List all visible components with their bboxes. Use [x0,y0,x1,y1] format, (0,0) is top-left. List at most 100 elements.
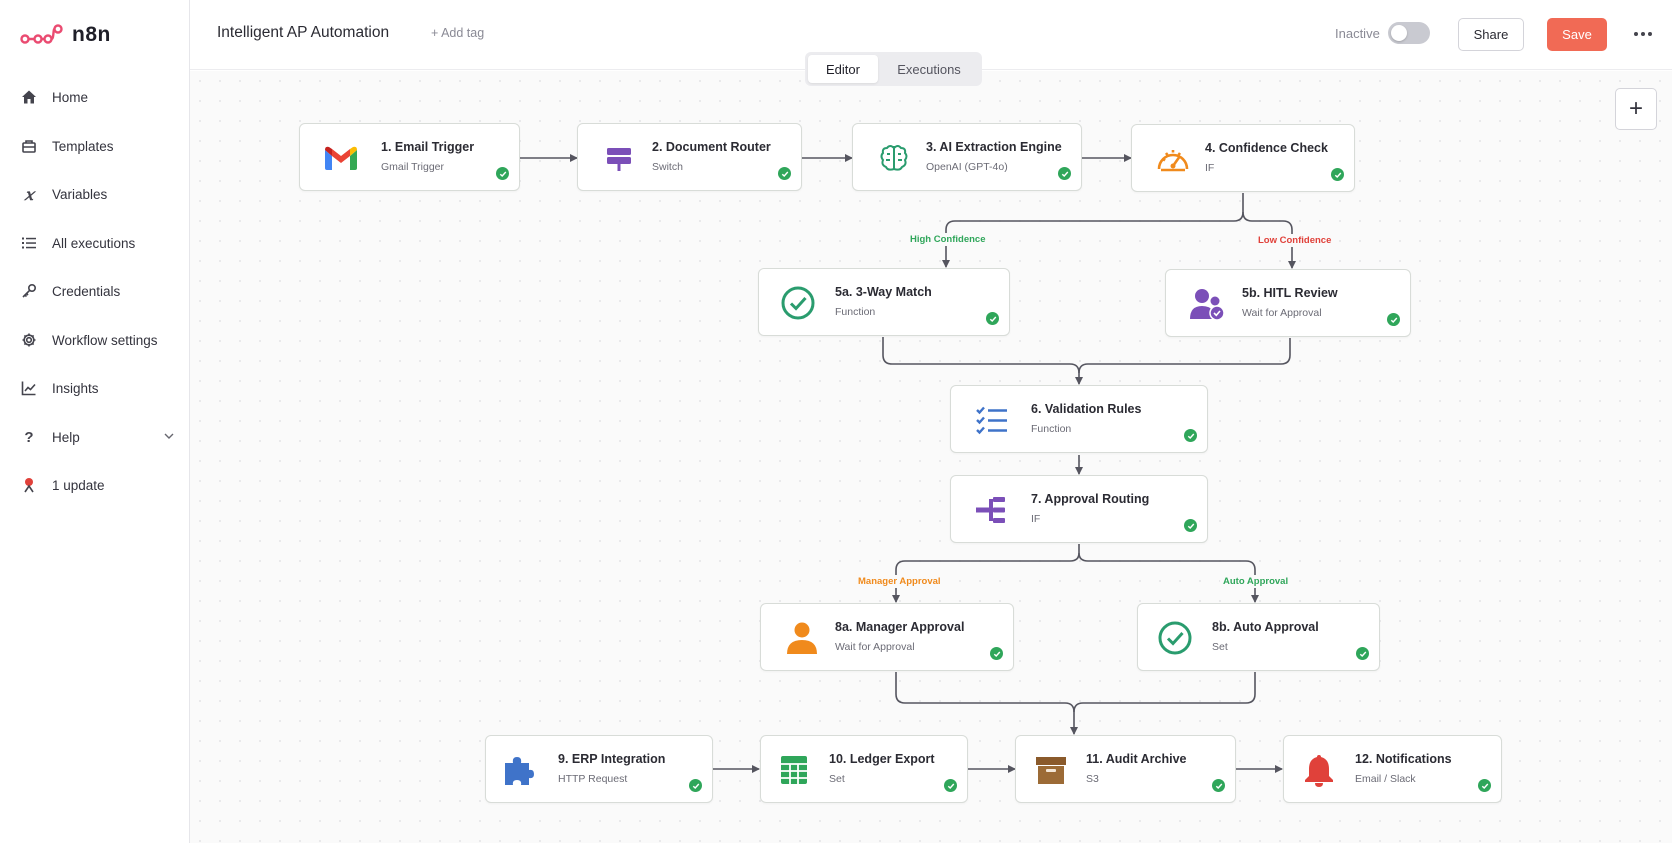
edge-label-low-confidence: Low Confidence [1255,234,1335,247]
home-icon [20,88,38,106]
sidebar-item-label: Templates [52,138,114,154]
list-icon [20,234,38,252]
node-3-way-match[interactable]: 5a. 3-Way Match Function [758,268,1010,336]
sidebar-item-label: Credentials [52,283,121,299]
sidebar-item-all-executions[interactable]: All executions [20,228,175,258]
add-tag-link[interactable]: + Add tag [431,26,484,40]
sidebar-item-workflow-settings[interactable]: Workflow settings [20,325,175,355]
sidebar-item-templates[interactable]: Templates [20,131,175,161]
sidebar-item-label: Home [52,89,89,105]
view-tabs: Editor Executions [805,52,982,86]
success-check-icon [1478,779,1491,792]
success-check-icon [1356,647,1369,660]
spreadsheet-icon [775,752,813,788]
n8n-logo-icon [20,24,63,44]
success-check-icon [1212,779,1225,792]
node-subtitle: IF [1205,162,1215,174]
toggle-knob [1391,25,1407,41]
update-icon [20,476,38,494]
node-subtitle: Gmail Trigger [381,161,445,173]
node-subtitle: Set [829,773,845,785]
sidebar-item-label: Help [52,429,80,445]
node-title: 11. Audit Archive [1086,752,1187,766]
check-circle-icon [1156,620,1194,656]
success-check-icon [1387,313,1400,326]
logo-text: n8n [72,23,111,46]
sidebar: n8n Home Templates 𝑥 Variables All execu… [0,0,190,843]
node-manager-approval[interactable]: 8a. Manager Approval Wait for Approval [760,603,1014,671]
node-title: 8a. Manager Approval [835,620,965,634]
node-ledger-export[interactable]: 10. Ledger Export Set [760,735,968,803]
templates-icon [20,137,38,155]
node-title: 10. Ledger Export [829,752,935,766]
status-label: Inactive [1335,26,1380,41]
node-subtitle: S3 [1086,773,1099,785]
branch-icon [973,492,1011,528]
more-options-icon[interactable] [1630,22,1656,46]
user-review-icon [1188,286,1226,322]
checklist-icon [973,402,1011,438]
sidebar-item-label: Workflow settings [52,332,158,348]
sidebar-item-label: 1 update [52,477,105,493]
node-subtitle: Function [835,306,876,318]
node-validation-rules[interactable]: 6. Validation Rules Function [950,385,1208,453]
brain-icon [875,140,913,176]
sidebar-item-help[interactable]: ? Help [20,422,175,452]
chevron-down-icon [163,430,175,445]
node-title: 5a. 3-Way Match [835,285,932,299]
node-erp-integration[interactable]: 9. ERP Integration HTTP Request [485,735,713,803]
active-toggle[interactable] [1388,22,1430,44]
workflow-title[interactable]: Intelligent AP Automation [217,24,389,42]
success-check-icon [1184,429,1197,442]
success-check-icon [990,647,1003,660]
node-ai-extraction-engine[interactable]: 3. AI Extraction Engine OpenAI (GPT-4o) [852,123,1082,191]
node-subtitle: Wait for Approval [835,641,915,653]
edge-label-high-confidence: High Confidence [907,233,989,246]
gmail-icon [322,140,360,176]
puzzle-icon [500,752,538,788]
sidebar-item-variables[interactable]: 𝑥 Variables [20,179,175,209]
edge-label-manager-approval: Manager Approval [855,575,944,588]
node-subtitle: Wait for Approval [1242,307,1322,319]
node-audit-archive[interactable]: 11. Audit Archive S3 [1015,735,1236,803]
sidebar-item-label: Variables [52,186,108,202]
node-document-router[interactable]: 2. Document Router Switch [577,123,802,191]
save-button[interactable]: Save [1547,18,1607,51]
node-hitl-review[interactable]: 5b. HITL Review Wait for Approval [1165,269,1411,337]
node-title: 5b. HITL Review [1242,286,1338,300]
node-subtitle: OpenAI (GPT-4o) [926,161,1008,173]
sidebar-item-insights[interactable]: Insights [20,373,175,403]
sidebar-item-credentials[interactable]: Credentials [20,276,175,306]
add-node-button[interactable]: + [1615,88,1657,130]
tab-executions[interactable]: Executions [881,55,977,83]
node-title: 12. Notifications [1355,752,1452,766]
sidebar-item-home[interactable]: Home [20,82,175,112]
gauge-icon [1154,141,1192,177]
node-subtitle: Function [1031,423,1072,435]
node-confidence-check[interactable]: 4. Confidence Check IF [1131,124,1355,192]
node-approval-routing[interactable]: 7. Approval Routing IF [950,475,1208,543]
success-check-icon [986,312,999,325]
edge-label-auto-approval: Auto Approval [1220,575,1292,588]
node-notifications[interactable]: 12. Notifications Email / Slack [1283,735,1502,803]
sidebar-item-label: Insights [52,380,99,396]
node-title: 6. Validation Rules [1031,402,1142,416]
share-button[interactable]: Share [1458,18,1524,51]
node-title: 4. Confidence Check [1205,141,1328,155]
n8n-logo[interactable]: n8n [20,20,111,50]
tab-editor[interactable]: Editor [808,55,878,83]
node-auto-approval[interactable]: 8b. Auto Approval Set [1137,603,1380,671]
node-subtitle: Email / Slack [1355,773,1416,785]
check-circle-icon [779,285,817,321]
sidebar-item-label: All executions [52,235,136,251]
node-title: 8b. Auto Approval [1212,620,1319,634]
success-check-icon [778,167,791,180]
node-email-trigger[interactable]: 1. Email Trigger Gmail Trigger [299,123,520,191]
node-subtitle: Set [1212,641,1228,653]
success-check-icon [1331,168,1344,181]
sidebar-item-update[interactable]: 1 update [20,470,175,500]
signpost-icon [600,140,638,176]
gear-icon [20,331,38,349]
key-icon [20,282,38,300]
node-subtitle: IF [1031,513,1041,525]
